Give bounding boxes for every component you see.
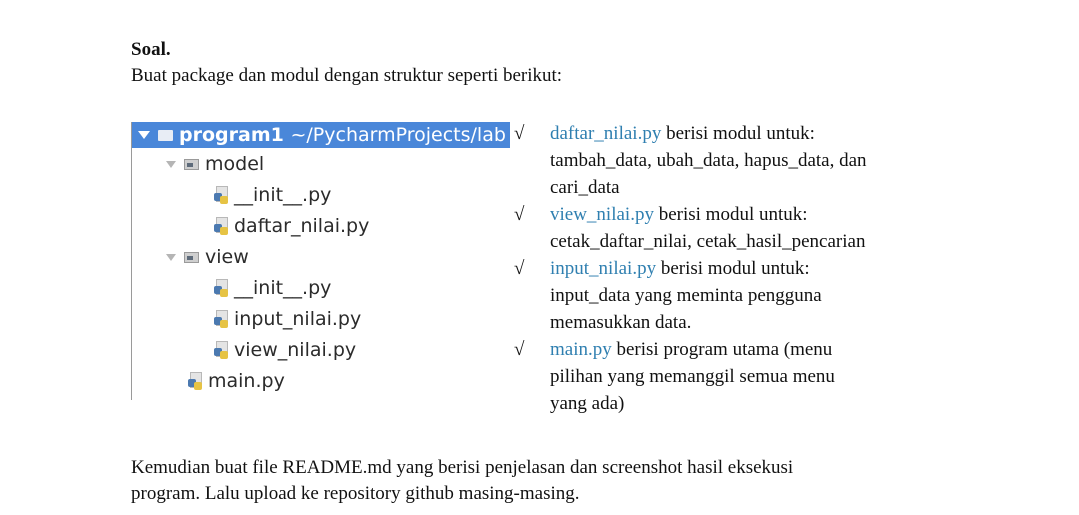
folder-icon <box>158 129 173 141</box>
check-icon: √ <box>514 123 525 144</box>
tree-folder-model[interactable]: model <box>166 149 264 179</box>
check-icon: √ <box>514 339 525 360</box>
question-heading: Soal. <box>131 39 171 60</box>
item-text: berisi program utama (menu <box>611 339 833 360</box>
project-tree: program1 ~/PycharmProjects/lab model __i… <box>131 122 510 400</box>
tree-file[interactable]: main.py <box>188 366 285 396</box>
check-icon: √ <box>514 204 525 225</box>
file-link: view_nilai.py <box>550 204 654 225</box>
list-item: √ daftar_nilai.py berisi modul untuk: ta… <box>514 120 1054 201</box>
expand-arrow-icon[interactable] <box>138 131 150 139</box>
file-name: view_nilai.py <box>234 339 357 361</box>
list-item: √ view_nilai.py berisi modul untuk: ceta… <box>514 201 1054 255</box>
file-name: __init__.py <box>234 277 332 299</box>
python-file-icon <box>214 310 230 328</box>
list-item: √ main.py berisi program utama (menu pil… <box>514 336 1054 417</box>
root-folder-path: ~/PycharmProjects/lab <box>290 124 506 146</box>
item-line: yang ada) <box>550 393 625 414</box>
tree-file[interactable]: view_nilai.py <box>214 335 356 365</box>
check-icon: √ <box>514 258 525 279</box>
item-line: cari_data <box>550 177 620 198</box>
file-link: main.py <box>550 339 612 360</box>
folder-name: model <box>205 153 265 175</box>
closing-paragraph: Kemudian buat file README.md yang berisi… <box>131 455 991 507</box>
file-name: __init__.py <box>234 184 332 206</box>
tree-folder-view[interactable]: view <box>166 242 249 272</box>
tree-root-program1[interactable]: program1 ~/PycharmProjects/lab <box>132 122 510 148</box>
tree-file[interactable]: input_nilai.py <box>214 304 361 334</box>
item-line: tambah_data, ubah_data, hapus_data, dan <box>550 150 867 171</box>
python-file-icon <box>214 341 230 359</box>
item-line: cetak_daftar_nilai, cetak_hasil_pencaria… <box>550 231 866 252</box>
item-text: berisi modul untuk: <box>656 258 810 279</box>
file-name: main.py <box>208 370 285 392</box>
item-line: memasukkan data. <box>550 312 692 333</box>
file-name: daftar_nilai.py <box>234 215 370 237</box>
file-link: daftar_nilai.py <box>550 123 662 144</box>
tree-file[interactable]: __init__.py <box>214 180 331 210</box>
python-file-icon <box>188 372 204 390</box>
root-folder-name: program1 <box>179 124 284 146</box>
tree-file[interactable]: __init__.py <box>214 273 331 303</box>
python-file-icon <box>214 217 230 235</box>
closing-line: program. Lalu upload ke repository githu… <box>131 483 580 504</box>
item-line: pilihan yang memanggil semua menu <box>550 366 835 387</box>
python-file-icon <box>214 186 230 204</box>
tree-file[interactable]: daftar_nilai.py <box>214 211 369 241</box>
item-text: berisi modul untuk: <box>653 204 808 225</box>
file-link: input_nilai.py <box>550 258 657 279</box>
expand-arrow-icon[interactable] <box>166 253 176 261</box>
python-file-icon <box>214 279 230 297</box>
closing-line: Kemudian buat file README.md yang berisi… <box>131 457 794 478</box>
folder-icon <box>184 158 199 170</box>
module-list: √ daftar_nilai.py berisi modul untuk: ta… <box>514 120 1054 417</box>
file-name: input_nilai.py <box>234 308 362 330</box>
item-text: berisi modul untuk: <box>661 123 815 144</box>
folder-icon <box>184 251 199 263</box>
intro-text: Buat package dan modul dengan struktur s… <box>131 65 563 86</box>
expand-arrow-icon[interactable] <box>166 160 176 168</box>
item-line: input_data yang meminta pengguna <box>550 285 822 306</box>
list-item: √ input_nilai.py berisi modul untuk: inp… <box>514 255 1054 336</box>
folder-name: view <box>205 246 249 268</box>
